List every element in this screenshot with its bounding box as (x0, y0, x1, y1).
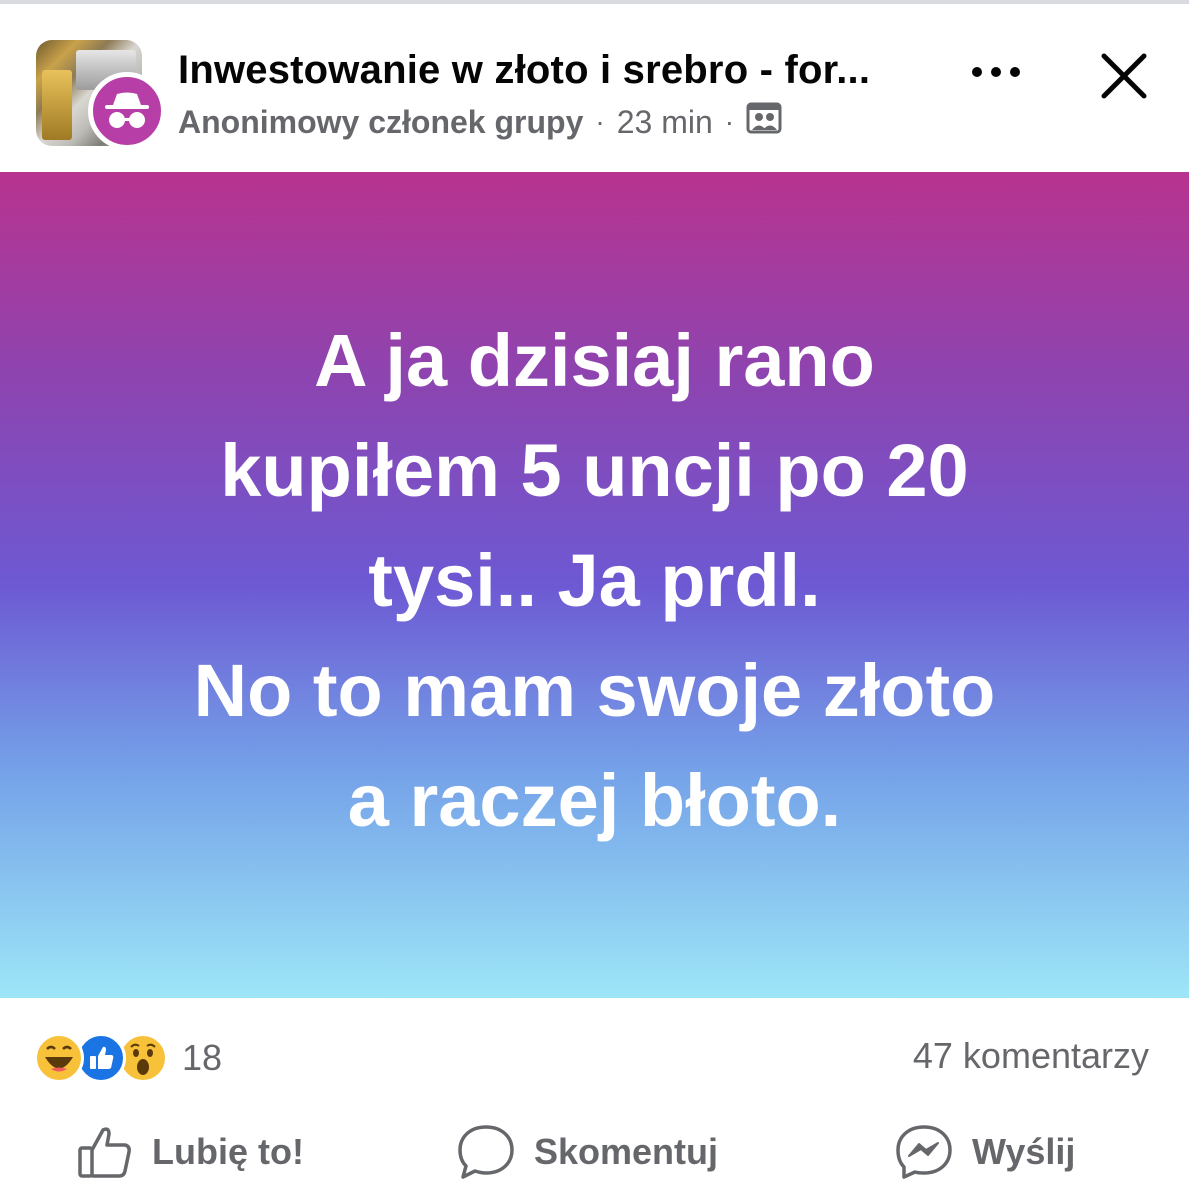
author-name: Anonimowy członek grupy (178, 103, 584, 140)
post-line: A ja dzisiaj rano (314, 319, 875, 402)
post-meta: Anonimowy członek grupy · 23 min · (178, 102, 782, 142)
more-horizontal-icon[interactable] (968, 54, 1024, 90)
anonymous-member-icon (88, 72, 166, 150)
messenger-icon (894, 1123, 954, 1181)
post-line: kupiłem 5 uncji po 20 (220, 429, 969, 512)
action-bar: Lubię to! Skomentuj Wyślij (0, 1112, 1189, 1192)
post-line: tysi.. Ja prdl. (368, 539, 821, 622)
meta-separator: · (724, 106, 735, 137)
post-text: A ja dzisiaj rano kupiłem 5 uncji po 20 … (95, 306, 1095, 856)
like-button[interactable]: Lubię to! (76, 1112, 304, 1192)
reactions-summary[interactable]: 18 (34, 1030, 222, 1086)
group-title[interactable]: Inwestowanie w złoto i srebro - for... (178, 48, 870, 93)
reaction-count: 18 (182, 1037, 223, 1078)
comment-button[interactable]: Skomentuj (456, 1112, 718, 1192)
post-line: a raczej błoto. (347, 759, 842, 842)
group-members-icon (746, 102, 782, 142)
like-button-label: Lubię to! (152, 1131, 304, 1172)
comment-count-link[interactable]: 47 komentarzy (913, 1035, 1149, 1077)
send-button-label: Wyślij (972, 1131, 1076, 1172)
haha-reaction-icon (34, 1033, 84, 1083)
post-line: No to mam swoje złoto (193, 649, 996, 732)
meta-separator: · (595, 106, 605, 137)
post-time[interactable]: 23 min (617, 104, 713, 141)
thumbs-up-icon (76, 1124, 134, 1180)
send-button[interactable]: Wyślij (894, 1112, 1075, 1192)
post-header: Inwestowanie w złoto i srebro - for... A… (0, 4, 1189, 172)
post-background[interactable]: A ja dzisiaj rano kupiłem 5 uncji po 20 … (0, 172, 1189, 998)
close-icon[interactable] (1098, 50, 1150, 102)
comment-bubble-icon (456, 1123, 516, 1181)
comment-button-label: Skomentuj (534, 1131, 719, 1172)
